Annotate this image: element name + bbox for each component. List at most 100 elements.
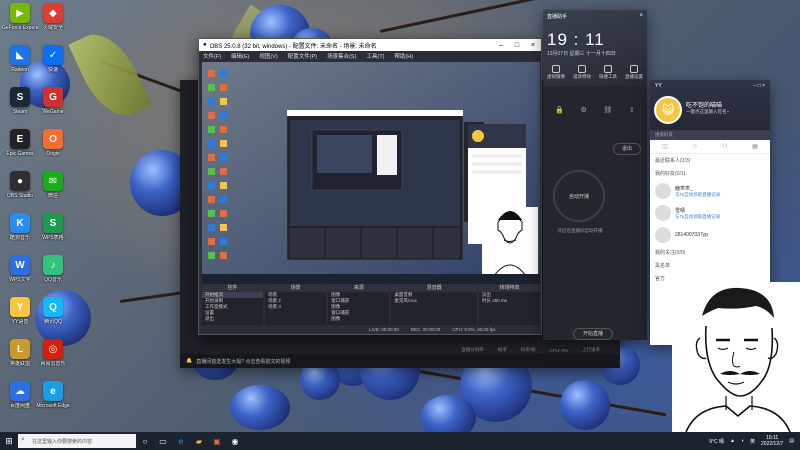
desktop-icon-label: 百度网盘 bbox=[9, 403, 30, 409]
dock-transitions-item[interactable]: 时长 250 ms bbox=[479, 298, 540, 304]
assistant-tool-button[interactable]: 虚拟摄像 bbox=[547, 65, 565, 80]
yy-search-input[interactable]: 搜索好友 bbox=[650, 130, 770, 140]
desktop-icon[interactable]: O Origin bbox=[35, 129, 71, 157]
assistant-tool-button[interactable]: 道具特效 bbox=[573, 65, 591, 80]
desktop-icon-label: YY语音 bbox=[11, 319, 29, 325]
obs-menu-item[interactable]: 工具(T) bbox=[366, 52, 384, 60]
app-icon: O bbox=[43, 129, 63, 149]
obs-menu-item[interactable]: 配置文件(P) bbox=[288, 52, 317, 60]
assistant-tool-button[interactable]: 直播设置 bbox=[625, 65, 643, 80]
yy-group-recent[interactable]: 最近联系人(2/3) bbox=[650, 154, 770, 167]
obs-window[interactable]: ● OBS 25.0.8 (32 bit, windows) - 配置文件: 未… bbox=[198, 38, 542, 335]
input-method-indicator[interactable]: 英 bbox=[750, 438, 755, 445]
desktop-icon[interactable]: ▶ GeForce Experience bbox=[2, 3, 38, 31]
search-icon: ⌕ bbox=[21, 436, 25, 443]
start-button[interactable]: ⊞ bbox=[0, 432, 18, 450]
desktop-icon[interactable]: Y YY语音 bbox=[2, 297, 38, 325]
obs-menu-item[interactable]: 文件(F) bbox=[203, 52, 221, 60]
desktop-icon[interactable]: ● OBS Studio bbox=[2, 171, 38, 199]
bell-icon: 🔔 bbox=[186, 358, 193, 364]
desktop-icon[interactable]: ◣ Radeon bbox=[2, 45, 38, 73]
maximize-icon[interactable]: □ bbox=[509, 42, 525, 49]
exit-button[interactable]: 退出 bbox=[613, 143, 641, 155]
dock-sources-item[interactable]: 图像 bbox=[328, 316, 389, 322]
start-live-button[interactable]: 开始直播 bbox=[573, 328, 613, 340]
edge-taskbar-icon[interactable]: e bbox=[172, 432, 190, 450]
desktop-icon[interactable]: L 英雄联盟 bbox=[2, 339, 38, 367]
desktop-icon[interactable]: S Steam bbox=[2, 87, 38, 115]
weather-status[interactable]: 9°C 晴 bbox=[709, 438, 724, 445]
assistant-tool-button[interactable]: 快捷工具 bbox=[599, 65, 617, 80]
yy-group-friends[interactable]: 我的好友(0/1) bbox=[650, 167, 770, 180]
user-avatar[interactable]: 😺 bbox=[654, 96, 682, 124]
dock-mixer-item[interactable]: 麦克风/Aux bbox=[391, 298, 477, 304]
obs-window-title: OBS 25.0.8 (32 bit, windows) - 配置文件: 未命名… bbox=[209, 43, 377, 50]
system-tray: 9°C 晴 ▲ ◖ 英 19:11 2022/12/7 ▤ bbox=[709, 435, 800, 447]
obs-menu-item[interactable]: 帮助(H) bbox=[394, 52, 413, 60]
obs-preview-canvas[interactable] bbox=[202, 62, 540, 284]
yy-tabs: ◫ ☺ ⚇ ▦ bbox=[650, 140, 770, 154]
live-assistant-panel[interactable]: 直播助手 × 19 : 11 12月07日 星期三 十一月十四日 虚拟摄像 道具特… bbox=[543, 10, 647, 340]
yy-app-name: YY bbox=[655, 83, 662, 89]
desktop-icon[interactable]: Q 腾讯QQ bbox=[35, 297, 71, 325]
obs-titlebar[interactable]: ● OBS 25.0.8 (32 bit, windows) - 配置文件: 未… bbox=[199, 39, 541, 51]
link-icon[interactable]: ⛓ bbox=[603, 106, 612, 114]
dock-scenes-item[interactable]: 场景 3 bbox=[265, 304, 326, 310]
app-icon: ◣ bbox=[10, 45, 30, 65]
desktop-icon-label: Steam bbox=[12, 109, 28, 115]
desktop-icon[interactable]: E Epic Games bbox=[2, 129, 38, 157]
status-live: LIVE: 00:00:00 bbox=[369, 327, 399, 332]
desktop-icon[interactable]: ☁ 百度网盘 bbox=[2, 381, 38, 409]
desktop-icon[interactable]: ✓ 快速 bbox=[35, 45, 71, 73]
yy-friend-row[interactable]: 2814007037yp bbox=[650, 224, 770, 246]
task-view-icon[interactable]: ○ bbox=[136, 432, 154, 450]
taskbar-clock[interactable]: 19:11 2022/12/7 bbox=[761, 435, 783, 447]
share-icon[interactable]: ⇪ bbox=[629, 106, 635, 114]
desktop-icon[interactable]: G WeGame bbox=[35, 87, 71, 115]
desktop-icon-label: 英雄联盟 bbox=[9, 361, 30, 367]
desktop-icon[interactable]: ✉ 微信 bbox=[35, 171, 71, 199]
tab-groups-icon[interactable]: ⚇ bbox=[710, 140, 740, 153]
desktop-icon[interactable]: e Microsoft Edge bbox=[35, 381, 71, 409]
settings-icon[interactable]: ⚙ bbox=[581, 106, 587, 114]
yy-friend-row[interactable]: 雪晴 与Ta互动领取直播记录 bbox=[650, 202, 770, 224]
desktop-icon[interactable]: ♪ QQ音乐 bbox=[35, 255, 71, 283]
yy-group-blacklist[interactable]: 黑名单 bbox=[650, 259, 770, 272]
yy-signature[interactable]: 一键点这里输入签名~ bbox=[686, 109, 729, 115]
tab-chat-icon[interactable]: ◫ bbox=[650, 140, 680, 153]
obs-menu-item[interactable]: 场景集合(S) bbox=[327, 52, 356, 60]
status-rec: REC: 00:00:00 bbox=[410, 327, 441, 332]
tab-contacts-icon[interactable]: ☺ bbox=[680, 140, 710, 153]
obs-menu-item[interactable]: 视图(V) bbox=[259, 52, 277, 60]
desktop-icon[interactable]: ◎ 网易云音乐 bbox=[35, 339, 71, 367]
app-icon: ◆ bbox=[43, 3, 63, 23]
minimize-icon[interactable]: – bbox=[493, 42, 509, 49]
desktop-icon[interactable]: W WPS文字 bbox=[2, 255, 38, 283]
obs-menu-item[interactable]: 编辑(E) bbox=[231, 52, 249, 60]
lock-icon[interactable]: 🔒 bbox=[555, 106, 564, 114]
app-icon: G bbox=[43, 87, 63, 107]
app-icon: ☁ bbox=[10, 381, 30, 401]
taskbar-search-input[interactable]: ⌕ 在这里输入你要搜索的内容 bbox=[18, 434, 136, 448]
auto-live-toggle[interactable]: 自动开播 bbox=[553, 170, 605, 222]
dock-controls-item[interactable]: 退出 bbox=[202, 316, 263, 322]
app-icon: Q bbox=[43, 297, 63, 317]
notification-icon[interactable]: ▤ bbox=[789, 438, 794, 444]
network-icon[interactable]: ▲ bbox=[730, 438, 735, 444]
obs-taskbar-icon[interactable]: ◉ bbox=[226, 432, 244, 450]
desktop-icon[interactable]: K 酷狗音乐 bbox=[2, 213, 38, 241]
close-icon[interactable]: × bbox=[639, 13, 643, 20]
app-icon: e bbox=[43, 381, 63, 401]
yy-group-follow[interactable]: 我的关注(0/0) bbox=[650, 246, 770, 259]
window-controls-icon[interactable]: – □ × bbox=[754, 83, 766, 89]
task-view-icon-2[interactable]: ▭ bbox=[154, 432, 172, 450]
tab-apps-icon[interactable]: ▦ bbox=[740, 140, 770, 153]
close-icon[interactable]: × bbox=[525, 42, 541, 49]
live-notice-bar[interactable]: 🔔 直播间首选发生大幅? 点击查看前文的视频 bbox=[180, 354, 620, 368]
volume-icon[interactable]: ◖ bbox=[741, 438, 744, 444]
explorer-taskbar-icon[interactable]: ▰ bbox=[190, 432, 208, 450]
desktop-icon[interactable]: S WPS表格 bbox=[35, 213, 71, 241]
desktop-icon[interactable]: ◆ 火绒安全 bbox=[35, 3, 71, 31]
app-taskbar-icon[interactable]: ▣ bbox=[208, 432, 226, 450]
yy-friend-row[interactable]: 鹿乖乖_ 与Ta互动领取直播记录 bbox=[650, 180, 770, 202]
